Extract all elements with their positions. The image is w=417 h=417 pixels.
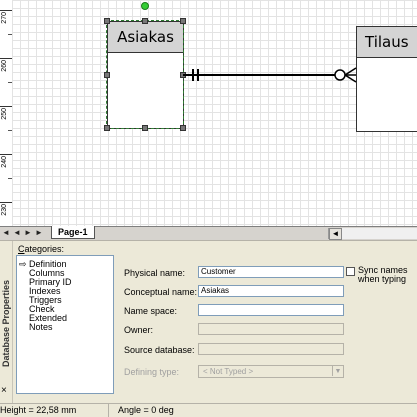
drawing-canvas[interactable]: Asiakas Tilaus — [12, 0, 417, 226]
properties-side-bar: Database Properties × — [0, 241, 13, 404]
ruler-label: 270 — [1, 12, 8, 24]
close-icon[interactable]: × — [1, 385, 7, 396]
physical-name-label: Physical name: — [124, 268, 186, 278]
status-bar: Height = 22,58 mm Angle = 0 deg — [0, 403, 417, 417]
database-properties-window: Database Properties × Categories: ⇨ Defi… — [0, 240, 417, 404]
arrow-right-icon: ⇨ — [19, 259, 27, 269]
defining-type-label: Defining type: — [124, 367, 180, 377]
page-tab-bar: ◄ ◄ ► ► Page-1 ◄ — [0, 226, 417, 240]
owner-field[interactable] — [198, 323, 344, 335]
name-space-label: Name space: — [124, 306, 178, 316]
sync-names-checkbox[interactable] — [346, 267, 355, 276]
horizontal-scrollbar[interactable]: ◄ — [328, 228, 417, 240]
conceptual-name-label: Conceptual name: — [124, 287, 198, 297]
physical-name-field[interactable]: Customer — [198, 266, 344, 278]
defining-type-value: < Not Typed > — [203, 367, 254, 376]
crowfoot-mark — [344, 67, 357, 76]
crowfoot-mark — [344, 74, 357, 83]
window-title: Database Properties — [1, 279, 11, 367]
status-height: Height = 22,58 mm — [0, 404, 109, 417]
categories-label: Categories: — [18, 244, 65, 254]
prev-page-button[interactable]: ◄ — [13, 228, 21, 238]
scroll-left-button[interactable]: ◄ — [329, 228, 342, 240]
source-database-label: Source database: — [124, 345, 195, 355]
sync-names-label: Sync names when typing — [358, 265, 408, 284]
next-page-button[interactable]: ► — [24, 228, 32, 238]
last-page-button[interactable]: ► — [35, 228, 43, 238]
name-space-field[interactable] — [198, 304, 344, 316]
first-page-button[interactable]: ◄ — [2, 228, 10, 238]
categories-list[interactable]: ⇨ Definition Columns Primary ID Indexes … — [16, 255, 114, 394]
ruler-label: 260 — [1, 60, 8, 72]
ruler-label: 240 — [1, 156, 8, 168]
ruler-label: 230 — [1, 204, 8, 216]
categories-label-text: ategories: — [24, 244, 65, 254]
conceptual-name-field[interactable]: Asiakas — [198, 285, 344, 297]
relationship-connector[interactable] — [12, 0, 417, 226]
status-angle: Angle = 0 deg — [118, 405, 174, 415]
source-database-field[interactable] — [198, 343, 344, 355]
owner-label: Owner: — [124, 325, 154, 335]
category-notes[interactable]: Notes — [29, 323, 53, 332]
ruler-label: 250 — [1, 108, 8, 120]
chevron-down-icon[interactable]: ▼ — [332, 366, 343, 376]
tab-page-1[interactable]: Page-1 — [51, 226, 95, 239]
defining-type-select[interactable]: < Not Typed > ▼ — [198, 365, 344, 378]
zero-mark — [334, 69, 346, 81]
